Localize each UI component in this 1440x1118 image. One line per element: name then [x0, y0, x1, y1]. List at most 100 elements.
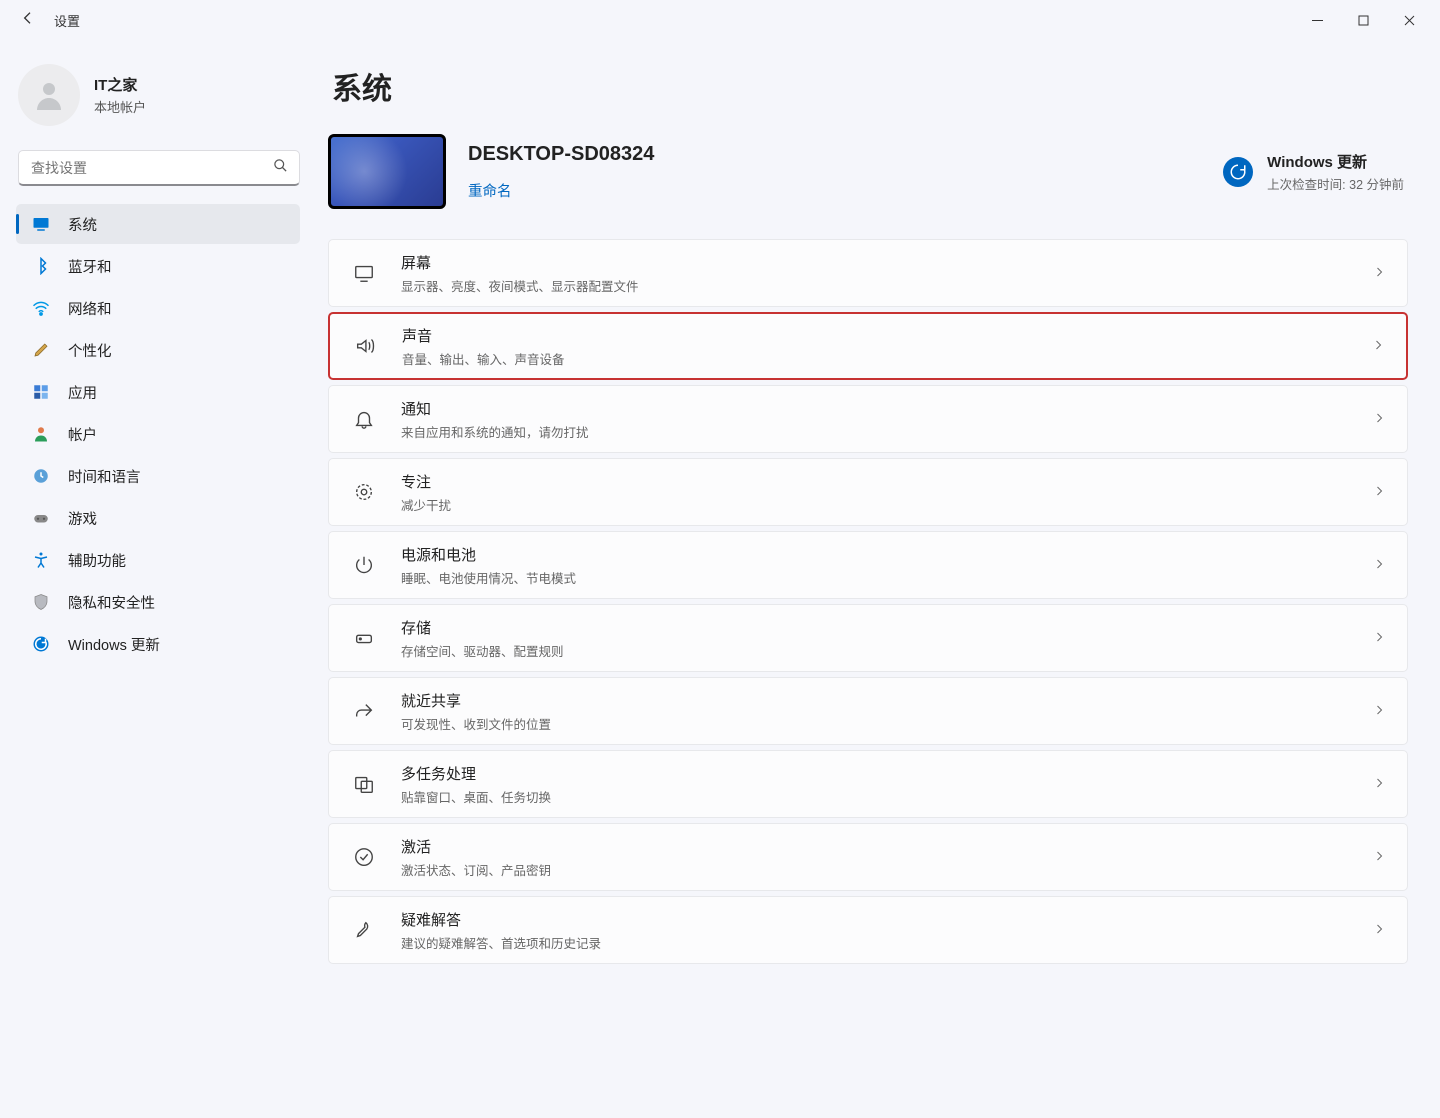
- chevron-right-icon: [1373, 630, 1385, 646]
- sidebar-item-label: 系统: [68, 214, 97, 235]
- card-sub: 来自应用和系统的通知，请勿打扰: [401, 422, 1373, 441]
- chevron-right-icon: [1373, 411, 1385, 427]
- card-sub: 睡眠、电池使用情况、节电模式: [401, 568, 1373, 587]
- update-icon: [30, 633, 52, 655]
- card-sub: 建议的疑难解答、首选项和历史记录: [401, 933, 1373, 952]
- user-name: IT之家: [94, 74, 146, 95]
- accessibility-icon: [30, 549, 52, 571]
- sidebar-item-apps[interactable]: 应用: [16, 372, 300, 412]
- settings-card-bell[interactable]: 通知 来自应用和系统的通知，请勿打扰: [328, 385, 1408, 453]
- sidebar: IT之家 本地帐户 系统蓝牙和网络和个性化应用帐户时间和语言游戏辅助功能隐私和安…: [0, 40, 306, 1118]
- card-sub: 贴靠窗口、桌面、任务切换: [401, 787, 1373, 806]
- back-button[interactable]: [20, 10, 36, 30]
- gamepad-icon: [30, 507, 52, 529]
- minimize-button[interactable]: [1294, 4, 1340, 36]
- focus-icon: [351, 481, 377, 503]
- sidebar-item-label: 个性化: [68, 340, 112, 361]
- card-title: 通知: [401, 398, 1373, 419]
- search-icon: [273, 158, 288, 178]
- multitask-icon: [351, 773, 377, 795]
- sidebar-item-label: 游戏: [68, 508, 97, 529]
- sidebar-item-label: 辅助功能: [68, 550, 126, 571]
- sidebar-item-label: 网络和: [68, 298, 112, 319]
- shield-icon: [30, 591, 52, 613]
- wifi-icon: [30, 297, 52, 319]
- sidebar-item-label: 时间和语言: [68, 466, 141, 487]
- bluetooth-icon: [30, 255, 52, 277]
- settings-card-storage[interactable]: 存储 存储空间、驱动器、配置规则: [328, 604, 1408, 672]
- power-icon: [351, 554, 377, 576]
- sidebar-item-gamepad[interactable]: 游戏: [16, 498, 300, 538]
- clock-icon: [30, 465, 52, 487]
- sidebar-item-wifi[interactable]: 网络和: [16, 288, 300, 328]
- main-content: 系统 DESKTOP-SD08324 重命名 Windows 更新 上次检查时间…: [306, 40, 1440, 1118]
- settings-card-troubleshoot[interactable]: 疑难解答 建议的疑难解答、首选项和历史记录: [328, 896, 1408, 964]
- rename-link[interactable]: 重命名: [468, 180, 512, 201]
- window-title: 设置: [54, 11, 80, 30]
- troubleshoot-icon: [351, 919, 377, 941]
- settings-card-activate[interactable]: 激活 激活状态、订阅、产品密钥: [328, 823, 1408, 891]
- chevron-right-icon: [1373, 484, 1385, 500]
- search-input[interactable]: [18, 150, 300, 186]
- card-title: 专注: [401, 471, 1373, 492]
- update-title: Windows 更新: [1267, 151, 1404, 172]
- device-thumbnail[interactable]: [328, 134, 446, 209]
- sidebar-item-clock[interactable]: 时间和语言: [16, 456, 300, 496]
- titlebar: 设置: [0, 0, 1440, 40]
- card-title: 激活: [401, 836, 1373, 857]
- sidebar-item-label: 隐私和安全性: [68, 592, 155, 613]
- close-button[interactable]: [1386, 4, 1432, 36]
- brush-icon: [30, 339, 52, 361]
- settings-card-focus[interactable]: 专注 减少干扰: [328, 458, 1408, 526]
- card-title: 多任务处理: [401, 763, 1373, 784]
- page-title: 系统: [332, 64, 1408, 108]
- chevron-right-icon: [1373, 703, 1385, 719]
- settings-card-display[interactable]: 屏幕 显示器、亮度、夜间模式、显示器配置文件: [328, 239, 1408, 307]
- settings-card-sound[interactable]: 声音 音量、输出、输入、声音设备: [328, 312, 1408, 380]
- chevron-right-icon: [1373, 922, 1385, 938]
- card-title: 屏幕: [401, 252, 1373, 273]
- chevron-right-icon: [1373, 776, 1385, 792]
- chevron-right-icon: [1373, 849, 1385, 865]
- settings-card-multitask[interactable]: 多任务处理 贴靠窗口、桌面、任务切换: [328, 750, 1408, 818]
- display-icon: [351, 262, 377, 284]
- card-sub: 可发现性、收到文件的位置: [401, 714, 1373, 733]
- sidebar-item-shield[interactable]: 隐私和安全性: [16, 582, 300, 622]
- bell-icon: [351, 408, 377, 430]
- user-sub: 本地帐户: [94, 97, 146, 116]
- sidebar-item-person[interactable]: 帐户: [16, 414, 300, 454]
- storage-icon: [351, 627, 377, 649]
- card-sub: 显示器、亮度、夜间模式、显示器配置文件: [401, 276, 1373, 295]
- card-title: 存储: [401, 617, 1373, 638]
- sidebar-item-label: 帐户: [68, 424, 97, 445]
- card-title: 声音: [402, 325, 1372, 346]
- update-sub: 上次检查时间: 32 分钟前: [1267, 174, 1404, 193]
- windows-update-status[interactable]: Windows 更新 上次检查时间: 32 分钟前: [1223, 151, 1408, 193]
- chevron-right-icon: [1373, 557, 1385, 573]
- card-title: 电源和电池: [401, 544, 1373, 565]
- sidebar-item-label: 应用: [68, 382, 97, 403]
- device-name: DESKTOP-SD08324: [468, 143, 654, 166]
- sidebar-item-label: Windows 更新: [68, 634, 160, 655]
- card-sub: 减少干扰: [401, 495, 1373, 514]
- sidebar-item-bluetooth[interactable]: 蓝牙和: [16, 246, 300, 286]
- card-sub: 激活状态、订阅、产品密钥: [401, 860, 1373, 879]
- sidebar-item-label: 蓝牙和: [68, 256, 112, 277]
- user-block[interactable]: IT之家 本地帐户: [18, 64, 306, 126]
- maximize-button[interactable]: [1340, 4, 1386, 36]
- update-icon: [1223, 157, 1253, 187]
- activate-icon: [351, 846, 377, 868]
- person-icon: [30, 423, 52, 445]
- display-icon: [30, 213, 52, 235]
- sidebar-item-update[interactable]: Windows 更新: [16, 624, 300, 664]
- settings-card-share[interactable]: 就近共享 可发现性、收到文件的位置: [328, 677, 1408, 745]
- apps-icon: [30, 381, 52, 403]
- sidebar-item-accessibility[interactable]: 辅助功能: [16, 540, 300, 580]
- sidebar-item-brush[interactable]: 个性化: [16, 330, 300, 370]
- settings-card-power[interactable]: 电源和电池 睡眠、电池使用情况、节电模式: [328, 531, 1408, 599]
- card-title: 就近共享: [401, 690, 1373, 711]
- card-title: 疑难解答: [401, 909, 1373, 930]
- sidebar-item-display[interactable]: 系统: [16, 204, 300, 244]
- card-sub: 存储空间、驱动器、配置规则: [401, 641, 1373, 660]
- card-sub: 音量、输出、输入、声音设备: [402, 349, 1372, 368]
